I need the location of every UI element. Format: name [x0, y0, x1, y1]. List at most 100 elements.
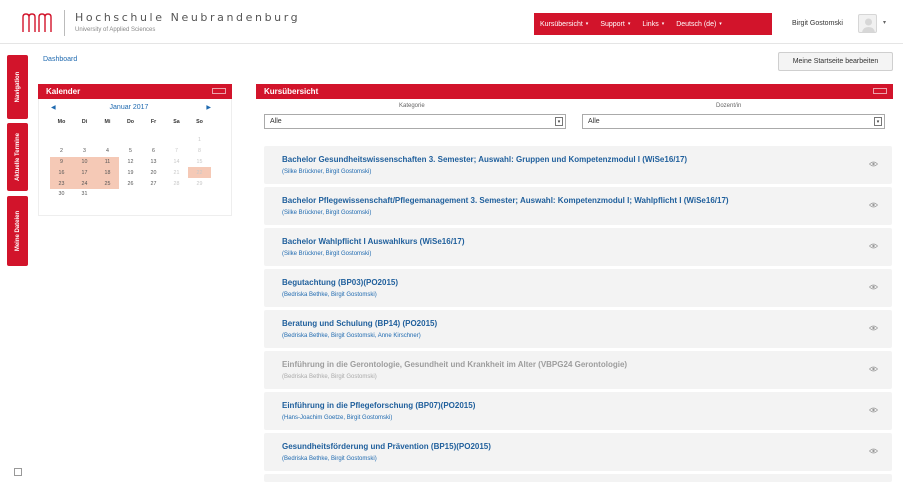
- select-value: Alle: [588, 118, 600, 125]
- calendar-day[interactable]: 1: [188, 135, 211, 146]
- course-teachers[interactable]: (Silke Brückner, Birgit Gostomski): [282, 251, 371, 257]
- tab-aktuelle-termine[interactable]: Aktuelle Termine: [7, 123, 28, 191]
- eye-icon[interactable]: [869, 366, 878, 372]
- chevron-down-icon: ▾: [719, 21, 722, 27]
- course-title-link[interactable]: Einführung in die Pflegeforschung (BP07)…: [282, 401, 475, 410]
- eye-icon[interactable]: [869, 202, 878, 208]
- chevron-down-icon: ▾: [555, 117, 563, 126]
- eye-icon[interactable]: [869, 161, 878, 167]
- course-teachers[interactable]: (Bedriska Bethke, Birgit Gostomski): [282, 292, 377, 298]
- eye-icon[interactable]: [869, 325, 878, 331]
- kategorie-select[interactable]: Alle ▾: [264, 114, 566, 129]
- course-teachers[interactable]: (Bedriska Bethke, Birgit Gostomski): [282, 456, 377, 462]
- logo-divider: [64, 10, 65, 36]
- eye-icon[interactable]: [869, 407, 878, 413]
- tab-label: Aktuelle Termine: [14, 133, 21, 181]
- course-title-link[interactable]: Einführung in die Gerontologie, Gesundhe…: [282, 360, 627, 369]
- breadcrumb[interactable]: Dashboard: [43, 56, 77, 63]
- calendar-day[interactable]: 25: [96, 178, 119, 189]
- weekday-header: So: [196, 119, 203, 125]
- nav-kursuebersicht[interactable]: Kursübersicht ▾: [534, 21, 594, 28]
- calendar-empty-cell: [165, 135, 188, 146]
- calendar-day[interactable]: 5: [119, 146, 142, 157]
- course-title-link[interactable]: Begutachtung (BP03)(PO2015): [282, 278, 398, 287]
- calendar-day[interactable]: 18: [96, 167, 119, 179]
- course-teachers[interactable]: (Silke Brückner, Birgit Gostomski): [282, 169, 371, 175]
- calendar-day[interactable]: 12: [119, 157, 142, 168]
- calendar-month[interactable]: Januar 2017: [43, 104, 215, 111]
- edit-startpage-button[interactable]: Meine Startseite bearbeiten: [778, 52, 893, 71]
- calendar-day[interactable]: 8: [188, 146, 211, 157]
- tab-meine-dateien[interactable]: Meine Dateien: [7, 196, 28, 266]
- dock-icon[interactable]: [14, 468, 22, 476]
- eye-icon[interactable]: [869, 243, 878, 249]
- course-item: Bachelor Wahlpflicht I Auswahlkurs (WiSe…: [264, 228, 892, 266]
- calendar-day[interactable]: 6: [142, 146, 165, 157]
- course-teachers[interactable]: (Silke Brückner, Birgit Gostomski): [282, 210, 371, 216]
- calendar-day[interactable]: 23: [50, 178, 73, 189]
- calendar-day[interactable]: 20: [142, 167, 165, 178]
- user-name[interactable]: Birgit Gostomski: [792, 20, 843, 27]
- calendar-day[interactable]: 9: [50, 156, 73, 168]
- calendar-day[interactable]: 22: [188, 167, 211, 179]
- course-title-link[interactable]: Beratung und Schulung (BP14) (PO2015): [282, 319, 437, 328]
- dozent-select[interactable]: Alle ▾: [582, 114, 885, 129]
- course-title-link[interactable]: Gesundheitsförderung und Prävention (BP1…: [282, 442, 491, 451]
- course-title-link[interactable]: Bachelor Gesundheitswissenschaften 3. Se…: [282, 155, 687, 164]
- course-item: Gesundheitsförderung und Prävention (BP1…: [264, 433, 892, 471]
- nav-links[interactable]: Links ▾: [636, 21, 670, 28]
- block-dock-icon[interactable]: [873, 88, 887, 94]
- course-teachers[interactable]: (Bedriska Bethke, Birgit Gostomski, Anne…: [282, 333, 421, 339]
- avatar[interactable]: [858, 14, 877, 33]
- calendar-empty-cell: [50, 135, 73, 146]
- course-teachers[interactable]: (Bedriska Bethke, Birgit Gostomski): [282, 374, 377, 380]
- university-title[interactable]: Hochschule Neubrandenburg: [75, 11, 300, 24]
- nav-language[interactable]: Deutsch (de) ▾: [670, 21, 728, 28]
- calendar-header: Kalender: [38, 84, 232, 99]
- calendar-day[interactable]: 19: [119, 167, 142, 178]
- calendar-day[interactable]: 14: [165, 157, 188, 168]
- user-menu-chevron-icon[interactable]: ▾: [883, 19, 886, 26]
- dozent-label: Dozent/in: [716, 103, 742, 109]
- block-dock-icon[interactable]: [212, 88, 226, 94]
- eye-icon[interactable]: [869, 448, 878, 454]
- calendar-empty-cell: [119, 189, 142, 200]
- nav-label: Support: [600, 20, 625, 28]
- calendar-day[interactable]: 17: [73, 167, 96, 179]
- calendar-day[interactable]: 27: [142, 178, 165, 189]
- calendar-day[interactable]: 21: [165, 167, 188, 178]
- course-item: Einführung in die Pflegeforschung (BP07)…: [264, 392, 892, 430]
- course-teachers[interactable]: (Hans-Joachim Goetze, Birgit Gostomski): [282, 415, 392, 421]
- calendar-day[interactable]: 28: [165, 178, 188, 189]
- calendar-day[interactable]: 11: [96, 156, 119, 168]
- weekday-header: Do: [126, 119, 135, 125]
- calendar-day[interactable]: 26: [119, 178, 142, 189]
- calendar-day[interactable]: 2: [50, 146, 73, 157]
- calendar-day[interactable]: 13: [142, 157, 165, 168]
- chevron-down-icon: ▾: [627, 21, 631, 27]
- calendar-day[interactable]: 29: [188, 178, 211, 189]
- calendar-day[interactable]: 7: [165, 146, 188, 157]
- calendar-day[interactable]: 15: [188, 157, 211, 168]
- next-month-icon[interactable]: ▶: [206, 104, 211, 111]
- calendar-empty-cell: [96, 189, 119, 200]
- calendar-empty-cell: [165, 189, 188, 200]
- calendar-day[interactable]: 30: [50, 189, 73, 200]
- tab-navigation[interactable]: Navigation: [7, 55, 28, 119]
- course-title-link[interactable]: Bachelor Pflegewissenschaft/Pflegemanage…: [282, 196, 729, 205]
- calendar-day[interactable]: 16: [50, 167, 73, 179]
- calendar-day[interactable]: 10: [73, 156, 96, 168]
- calendar-day[interactable]: 4: [96, 146, 119, 157]
- nav-support[interactable]: Support ▾: [594, 21, 636, 28]
- chevron-down-icon: ▾: [661, 21, 665, 27]
- user-silhouette-icon: [862, 18, 875, 32]
- course-title-link[interactable]: Bachelor Wahlpflicht I Auswahlkurs (WiSe…: [282, 237, 465, 246]
- calendar-empty-cell: [142, 135, 165, 146]
- calendar-day[interactable]: 3: [73, 146, 96, 157]
- university-logo-icon[interactable]: [22, 13, 54, 33]
- tab-label: Meine Dateien: [14, 210, 21, 252]
- calendar-day[interactable]: 24: [73, 178, 96, 189]
- calendar-day[interactable]: 31: [73, 189, 96, 200]
- eye-icon[interactable]: [869, 284, 878, 290]
- kursuebersicht-title: Kursübersicht: [264, 87, 319, 96]
